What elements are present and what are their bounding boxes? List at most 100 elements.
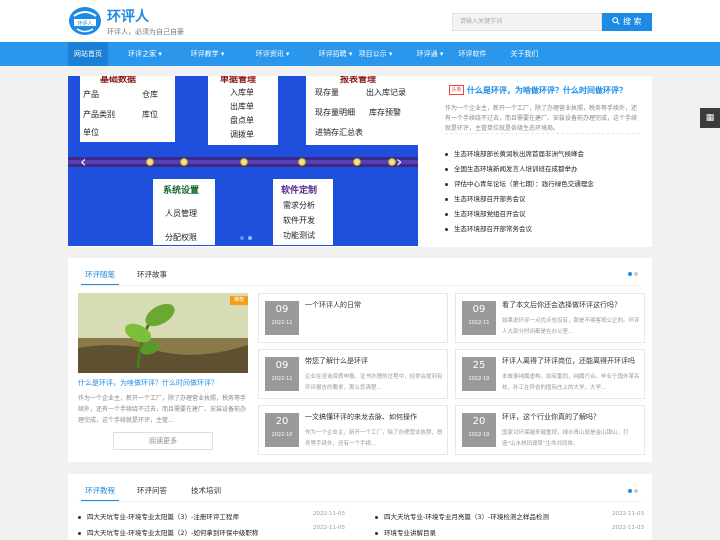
side-tool-button[interactable]: ▦	[700, 108, 720, 128]
slider-box-title: 软件定制	[281, 186, 318, 196]
grid-icon: ▦	[705, 113, 715, 123]
list-item[interactable]: 环境专业讲解目录	[375, 527, 436, 537]
article-date: 20 2022-10	[265, 413, 299, 447]
tab-pager-dot[interactable]	[628, 272, 632, 276]
news-item[interactable]: 生态环境部召开部务会议	[445, 192, 645, 206]
slider-box-title: 单据管理	[220, 76, 257, 85]
site-slogan: 环评人，必须为自己自豪	[107, 28, 184, 36]
tab-qa[interactable]: 环评问答	[137, 484, 167, 502]
tab-tutorials[interactable]: 环评教程	[81, 484, 119, 502]
logo-icon[interactable]: 环评人	[68, 6, 102, 36]
search-button[interactable]: 搜 索	[602, 13, 652, 31]
slider-box-settings: 系统设置 人员管理 分配权限	[153, 179, 215, 245]
news-item[interactable]: 生态环境部召开部常务会议	[445, 222, 645, 236]
nav-hp-home[interactable]: 环评之家 ▾	[115, 42, 175, 66]
logo-text: 环评人	[77, 20, 92, 27]
slider-box-line: 调拨单	[230, 130, 254, 139]
article-card[interactable]: 25 2022-10 环评人离得了环评岗位，还能离得开环评吗 本故事纯属虚构，如有…	[455, 349, 645, 399]
search-icon	[612, 17, 621, 25]
article-title[interactable]: 带您了解什么是环评	[305, 356, 443, 366]
article-day: 25	[472, 360, 486, 371]
news-item[interactable]: 生态环境部党组召开会议	[445, 207, 645, 221]
list-item[interactable]: 四大天坑专业-环境专业太阳篇（2）-如何拿到环保中级职称	[78, 527, 258, 537]
nav-projects[interactable]: 项目公示 ▾	[348, 42, 403, 66]
site-name[interactable]: 环评人	[107, 6, 149, 26]
article-date: 09 2022-11	[265, 357, 299, 391]
article-card[interactable]: 09 2022-11 一个环评人的日常	[258, 293, 448, 343]
slider-box-line: 库位	[142, 110, 158, 119]
slider-box-line: 入库单	[230, 88, 254, 97]
article-title[interactable]: 环评人离得了环评岗位，还能离得开环评吗	[502, 356, 640, 366]
article-day: 09	[275, 360, 289, 371]
article-card[interactable]: 20 2022-10 环评，这个行业你真的了解吗？ 国家对环保越来越重视，绿水青山…	[455, 405, 645, 455]
article-title[interactable]: 环评，这个行业你真的了解吗？	[502, 412, 640, 422]
nav-news[interactable]: 环评资讯 ▾	[245, 42, 300, 66]
article-desc	[305, 316, 443, 338]
slider-box-docs: 单据管理 入库单 出库单 盘点单 调拨单	[208, 76, 278, 145]
slider-box-title: 基础数据	[100, 76, 137, 85]
featured-badge: 推荐	[229, 296, 248, 305]
nav-about[interactable]: 关于我们	[502, 42, 547, 66]
article-desc: 企业在咨询资质申报、证书办理的过程中，经常会提到有环评报告的要求，那么您清楚..…	[305, 374, 443, 391]
list-date: 2022-11-03	[313, 525, 345, 531]
slider-box-line: 人员管理	[165, 209, 197, 218]
list-date: 2022-11-03	[313, 511, 345, 517]
article-ym: 2022-11	[271, 376, 293, 382]
nav-software[interactable]: 环评软件	[450, 42, 495, 66]
banner-slider[interactable]: 基础数据 产品 仓库 产品类别 库位 单位 单据管理 入库单 出库单 盘点单 调…	[68, 76, 418, 246]
article-day: 20	[472, 416, 486, 427]
tab-pager-dot[interactable]	[628, 489, 632, 493]
nav-home[interactable]: 网站首页	[68, 42, 108, 66]
featured-image[interactable]: 推荐	[78, 293, 248, 373]
tab-pager-dot[interactable]	[634, 272, 638, 276]
article-title[interactable]: 一文搞懂环评的来龙去脉、如何操作	[305, 412, 443, 422]
featured-desc: 作为一个企业主，新开一个工厂，除了办理营业执照，税务等手续外，还有一个手续绕不过…	[78, 395, 247, 424]
search-input[interactable]: 请输入关键字词	[452, 13, 602, 31]
slider-box-line: 出库单	[230, 102, 254, 111]
timeline-node	[298, 158, 306, 166]
list-date: 2022-11-03	[612, 511, 644, 517]
slider-box-line: 出入库记录	[366, 88, 406, 97]
article-card[interactable]: 09 2022-11 看了本文后你还会选择做环评这行吗？ 如果说环评一点优点也没有…	[455, 293, 645, 343]
article-day: 09	[275, 304, 289, 315]
slider-box-line: 产品	[83, 90, 99, 99]
tab-stories[interactable]: 环评故事	[137, 268, 167, 286]
slider-box-basic: 基础数据 产品 仓库 产品类别 库位 单位	[80, 76, 175, 142]
slider-box-line: 需求分析	[283, 201, 315, 210]
article-desc: 国家对环保越来越重视，绿水青山就是金山银山，打造"山水林田湖草"生命共同体。	[502, 430, 629, 447]
slider-dot[interactable]	[248, 236, 252, 240]
tab-training[interactable]: 技术培训	[191, 484, 221, 502]
slider-box-custom: 软件定制 需求分析 软件开发 功能测试	[273, 179, 333, 245]
tab-pager-dot[interactable]	[634, 489, 638, 493]
article-desc: 本故事纯属虚构，如有雷同，纯属巧合。毕业于国外某名校，孙工在异省的国际庄上的大学…	[502, 374, 640, 391]
main-nav: 网站首页 环评之家 ▾ 环评教学 ▾ 环评资讯 ▾ 环评招聘 ▾ 项目公示 ▾ …	[0, 42, 720, 66]
article-date: 20 2022-10	[462, 413, 496, 447]
slider-prev-icon[interactable]: ‹	[80, 152, 86, 171]
article-title[interactable]: 一个环评人的日常	[305, 300, 443, 310]
list-item[interactable]: 四大天坑专业-环境专业月亮篇（3）-环境检测之样品检测	[375, 511, 549, 521]
header: 环评人 环评人 环评人，必须为自己自豪 请输入关键字词 搜 索	[0, 0, 720, 42]
nav-teaching[interactable]: 环评教学 ▾	[180, 42, 235, 66]
news-item[interactable]: 生态环境部部长黄润秋出席首届非洲气候峰会	[445, 147, 645, 161]
headline-title[interactable]: 什么是环评，为啥做环评？什么时间做环评？	[467, 85, 647, 96]
slider-box-line: 产品类别	[83, 110, 115, 119]
slider-dot[interactable]	[240, 236, 244, 240]
plant-illustration	[78, 293, 248, 373]
article-card[interactable]: 09 2022-11 带您了解什么是环评 企业在咨询资质申报、证书办理的过程中，经…	[258, 349, 448, 399]
article-title[interactable]: 看了本文后你还会选择做环评这行吗？	[502, 300, 640, 310]
news-item[interactable]: 评估中心青年论坛（第七期）：践行绿色交通理念	[445, 177, 645, 191]
timeline-node	[146, 158, 154, 166]
tab-essays[interactable]: 环评随笔	[81, 268, 119, 286]
article-card[interactable]: 20 2022-10 一文搞懂环评的来龙去脉、如何操作 作为一个企业主，新开一个工…	[258, 405, 448, 455]
slider-box-title: 报表管理	[340, 76, 377, 85]
nav-hpt[interactable]: 环评通 ▾	[405, 42, 455, 66]
article-date: 09 2022-11	[462, 301, 496, 335]
news-item[interactable]: 全国生态环境新闻发言人培训班在成都举办	[445, 162, 645, 176]
read-more-button[interactable]: 阅读更多	[113, 432, 213, 450]
article-date: 09 2022-11	[265, 301, 299, 335]
slider-next-icon[interactable]: ›	[396, 152, 402, 171]
article-date: 25 2022-10	[462, 357, 496, 391]
featured-title[interactable]: 什么是环评，为啥做环评？什么时间做环评？	[78, 378, 253, 388]
article-desc: 如果说环评一点优点也没有，那是不够客观公正的。环评人大部分时间都是在办公室...	[502, 318, 640, 335]
list-item[interactable]: 四大天坑专业-环境专业太阳篇（3）-注册环评工程师	[78, 511, 239, 521]
